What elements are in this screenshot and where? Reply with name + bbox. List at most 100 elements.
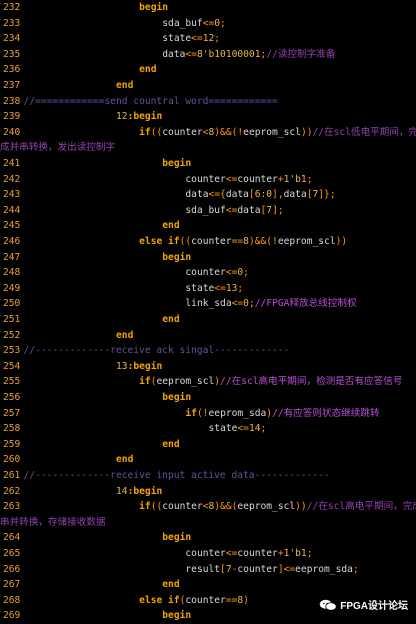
- token: counter: [162, 127, 202, 138]
- token: counter: [185, 174, 225, 185]
- line-number: 253: [3, 343, 20, 359]
- code-text: begin: [162, 390, 191, 406]
- token: :begin: [128, 361, 163, 372]
- token: counter: [237, 548, 277, 559]
- code-line: 252end: [0, 328, 416, 344]
- token: (!: [197, 408, 209, 419]
- token: eeprom_sda: [209, 408, 267, 419]
- token: )): [295, 501, 307, 512]
- code-text: if(!eeprom_sda)//有应答则状态继续跳转: [185, 406, 379, 422]
- token: )&&(: [214, 501, 237, 512]
- token: <=: [226, 548, 238, 559]
- token: ;: [261, 423, 267, 434]
- code-line: 233sda_buf<=0;: [0, 16, 416, 32]
- code-line: 267 end: [0, 577, 416, 593]
- token: //读控制字准备: [266, 49, 335, 60]
- token: //============send countral word========…: [24, 96, 278, 107]
- code-text: 14:begin: [116, 484, 162, 500]
- line-number: 260: [3, 452, 20, 468]
- code-line: 235data<=8'b10100001;//读控制字准备: [0, 47, 416, 63]
- line-number: 233: [3, 16, 20, 32]
- line-number: 247: [3, 250, 20, 266]
- code-line: 232begin: [0, 0, 416, 16]
- token: :begin: [128, 111, 163, 122]
- token: 14: [249, 423, 261, 434]
- token: data: [237, 205, 260, 216]
- token: counter: [185, 548, 225, 559]
- code-line: 240if((counter<8)&&(!eeprom_scl))//在scl低…: [0, 125, 416, 141]
- code-line: 261 //-------------receive input active d…: [0, 468, 416, 484]
- code-text: //-------------receive input active data…: [24, 468, 330, 484]
- token: 6:0: [255, 189, 272, 200]
- token: begin: [139, 2, 168, 13]
- code-line: 248counter<=0;: [0, 265, 416, 281]
- token: state: [162, 33, 191, 44]
- token: end: [162, 439, 179, 450]
- comment-continuation: 成并串转换，发出读控制字: [0, 140, 115, 156]
- token: //FPGA释放总线控制权: [255, 298, 357, 309]
- token: <={: [209, 189, 226, 200]
- line-number: 237: [3, 78, 20, 94]
- token: <=: [232, 298, 244, 309]
- code-line: 264begin: [0, 530, 416, 546]
- line-number: 244: [3, 203, 20, 219]
- token: )&&(!: [214, 127, 243, 138]
- code-line: 257 if(!eeprom_sda)//有应答则状态继续跳转: [0, 406, 416, 422]
- code-text: 12:begin: [116, 109, 162, 125]
- line-number: 257: [3, 406, 20, 422]
- token: begin: [162, 392, 191, 403]
- token: counter: [185, 267, 225, 278]
- code-line: 23912:begin: [0, 109, 416, 125]
- line-number: 242: [3, 172, 20, 188]
- token: ],: [272, 189, 284, 200]
- code-text: link_sda<=0;//FPGA释放总线控制权: [185, 296, 356, 312]
- token: //-------------receive input active data…: [24, 470, 330, 481]
- token: 1'b1: [284, 548, 307, 559]
- code-text: end: [162, 577, 179, 593]
- code-text: end: [116, 78, 133, 94]
- token: begin: [162, 158, 191, 169]
- code-line: 265counter<=counter+1'b1;: [0, 546, 416, 562]
- token: <=: [237, 423, 249, 434]
- line-number: 255: [3, 374, 20, 390]
- token: result: [185, 564, 220, 575]
- token: ;: [307, 548, 313, 559]
- code-text: begin: [139, 0, 168, 16]
- token: eeprom_scl: [243, 127, 301, 138]
- token: begin: [162, 532, 191, 543]
- token: 13: [226, 283, 238, 294]
- line-number: 236: [3, 62, 20, 78]
- token: data: [284, 189, 307, 200]
- code-text: result[7-counter]<=eeprom_sda;: [185, 562, 358, 578]
- line-number: 261: [3, 468, 20, 484]
- code-line-wrap: 成并串转换，发出读控制字: [0, 140, 416, 156]
- wechat-icon: [319, 599, 337, 611]
- token: //-------------receive ack singal-------…: [24, 345, 290, 356]
- code-line: 256begin: [0, 390, 416, 406]
- token: if: [139, 501, 151, 512]
- token: end: [116, 330, 133, 341]
- token: else if: [139, 236, 179, 247]
- code-line: 236end: [0, 62, 416, 78]
- code-line: 247 begin: [0, 250, 416, 266]
- token: ((: [151, 501, 163, 512]
- token: else if: [139, 595, 179, 606]
- token: begin: [162, 610, 191, 621]
- line-number: 262: [3, 484, 20, 500]
- token: 12: [203, 33, 215, 44]
- line-number: 234: [3, 31, 20, 47]
- token: )): [301, 127, 313, 138]
- code-text: data<=8'b10100001;//读控制字准备: [162, 47, 335, 63]
- comment-continuation: 串并转换，存储接收数据: [0, 515, 106, 531]
- token: ;: [307, 174, 313, 185]
- code-line: 237 end: [0, 78, 416, 94]
- code-text: if((counter<8)&&(eeprom_scl))//在scl高电平期间…: [139, 499, 416, 515]
- code-text: end: [116, 328, 133, 344]
- token: )&&(!: [249, 236, 278, 247]
- line-number: 263: [3, 499, 20, 515]
- code-line: 238//============send countral word=====…: [0, 94, 416, 110]
- line-number: 248: [3, 265, 20, 281]
- line-number: 267: [3, 577, 20, 593]
- code-text: sda_buf<=data[7];: [185, 203, 283, 219]
- token: begin: [162, 252, 191, 263]
